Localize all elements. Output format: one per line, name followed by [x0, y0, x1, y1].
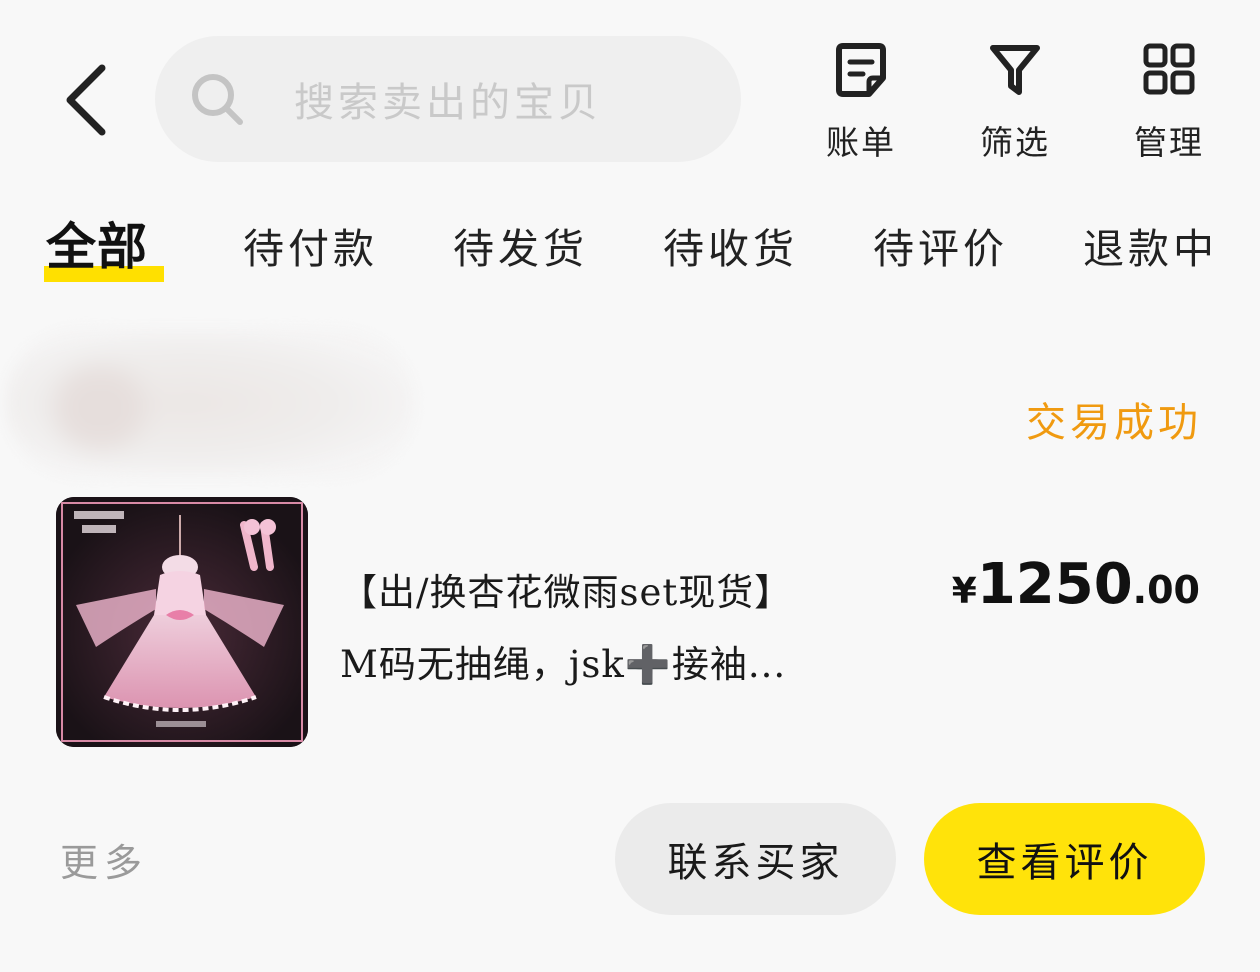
- dress-image: [56, 497, 308, 747]
- view-review-button[interactable]: 查看评价: [924, 803, 1205, 915]
- product-title-line-2[interactable]: M码无抽绳，jsk➕接袖...: [340, 634, 786, 688]
- tab-all[interactable]: 全部: [46, 207, 148, 279]
- price-decimal: .00: [1132, 568, 1200, 612]
- tab-pending-shipment[interactable]: 待发货: [453, 215, 588, 275]
- grid-icon: [1143, 43, 1195, 95]
- filter-label: 筛选: [980, 123, 1050, 162]
- search-icon: [192, 74, 243, 125]
- chevron-left-icon: [66, 64, 106, 136]
- more-button[interactable]: 更多: [60, 832, 148, 887]
- manage-button[interactable]: 管理: [1114, 40, 1224, 165]
- bill-button[interactable]: 账单: [806, 40, 916, 165]
- price-currency: ¥: [951, 571, 977, 612]
- price-integer: 1250: [976, 552, 1133, 617]
- avatar: [55, 368, 145, 448]
- filter-icon: [990, 45, 1040, 95]
- product-title-line-1[interactable]: 【出/换杏花微雨set现货】: [340, 562, 792, 616]
- buyer-info-blurred: [5, 328, 415, 478]
- filter-button[interactable]: 筛选: [960, 40, 1070, 165]
- search-bar[interactable]: 搜索卖出的宝贝: [155, 36, 741, 162]
- product-thumbnail[interactable]: [56, 497, 308, 747]
- tab-refunding[interactable]: 退款中: [1083, 215, 1218, 275]
- tab-pending-payment[interactable]: 待付款: [243, 215, 378, 275]
- bill-icon: [836, 43, 886, 97]
- contact-buyer-button[interactable]: 联系买家: [615, 803, 896, 915]
- tab-pending-receipt[interactable]: 待收货: [663, 215, 798, 275]
- product-price: ¥1250.00: [952, 552, 1200, 617]
- tab-pending-review[interactable]: 待评价: [873, 215, 1008, 275]
- order-status: 交易成功: [1026, 400, 1202, 446]
- back-button[interactable]: [58, 62, 118, 138]
- manage-label: 管理: [1134, 123, 1204, 162]
- order-tabs: 全部 待付款 待发货 待收货 待评价 退款中: [0, 205, 1260, 295]
- search-placeholder: 搜索卖出的宝贝: [294, 80, 602, 126]
- bill-label: 账单: [826, 123, 896, 162]
